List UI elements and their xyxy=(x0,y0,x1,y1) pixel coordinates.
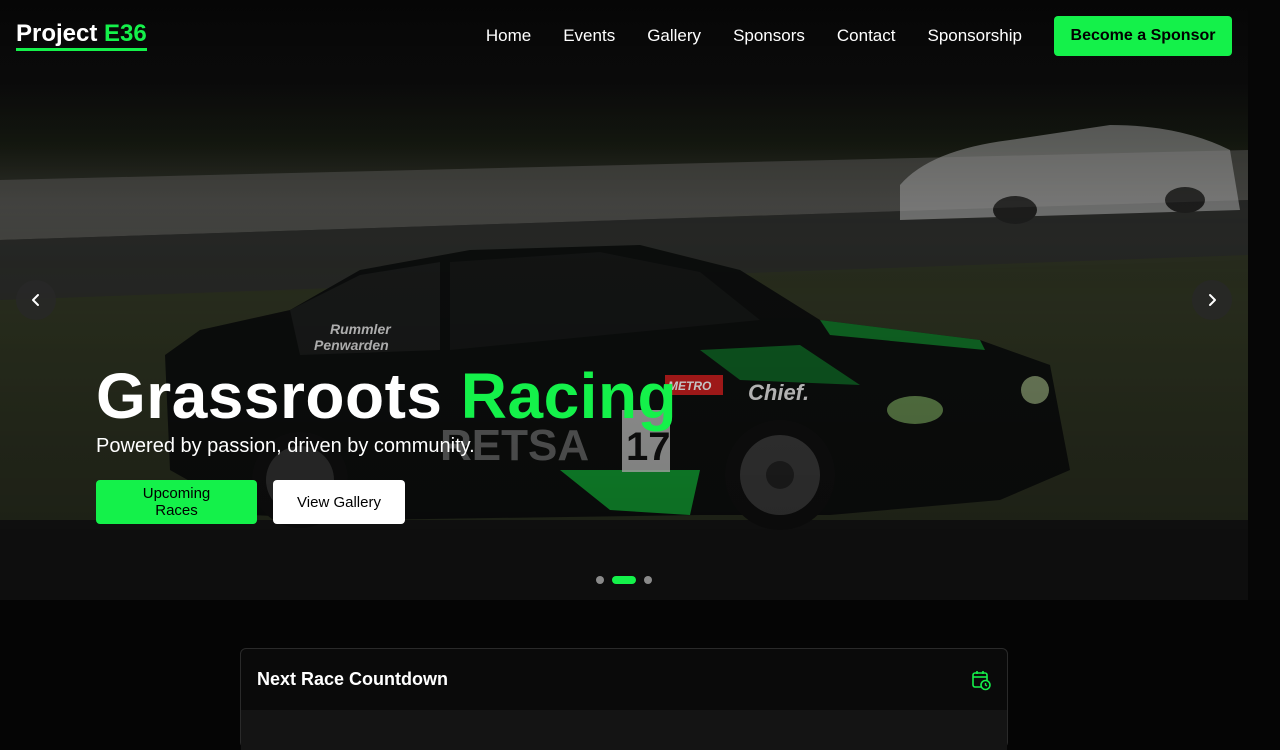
nav-events[interactable]: Events xyxy=(563,26,615,46)
hero-tagline: Powered by passion, driven by community. xyxy=(96,435,475,457)
brand-word-2: E36 xyxy=(104,20,147,47)
headline-part-2: Racing xyxy=(460,360,678,432)
carousel-dot-1[interactable] xyxy=(596,576,604,584)
chevron-left-icon xyxy=(32,294,39,306)
nav-contact[interactable]: Contact xyxy=(837,26,896,46)
nav-sponsors[interactable]: Sponsors xyxy=(733,26,805,46)
nav-gallery[interactable]: Gallery xyxy=(647,26,701,46)
carousel-indicators xyxy=(596,576,652,584)
carousel-dot-3[interactable] xyxy=(644,576,652,584)
main-menu: Home Events Gallery Sponsors Contact Spo… xyxy=(454,26,1022,46)
brand-word-1: Project xyxy=(16,20,98,47)
hero-buttons: Upcoming Races View Gallery xyxy=(96,480,677,524)
next-race-countdown-card: Next Race Countdown xyxy=(240,648,1008,750)
nav-sponsorship[interactable]: Sponsorship xyxy=(927,26,1022,46)
top-navbar: Project E36 Home Events Gallery Sponsors… xyxy=(0,0,1280,72)
countdown-title: Next Race Countdown xyxy=(257,669,449,689)
page-edge xyxy=(1248,0,1280,600)
chevron-right-icon xyxy=(1209,294,1216,306)
hero-headline: Grassroots Racing xyxy=(96,360,677,432)
view-gallery-button[interactable]: View Gallery xyxy=(273,480,405,524)
calendar-clock-icon xyxy=(971,669,991,696)
headline-part-1: Grassroots xyxy=(96,360,443,432)
countdown-body xyxy=(241,710,1007,750)
become-sponsor-button[interactable]: Become a Sponsor xyxy=(1054,16,1232,56)
upcoming-races-button[interactable]: Upcoming Races xyxy=(96,480,257,524)
nav-home[interactable]: Home xyxy=(486,26,531,46)
brand-logo[interactable]: Project E36 xyxy=(16,20,147,51)
carousel-next-button[interactable] xyxy=(1192,280,1232,320)
hero-content: Grassroots Racing Powered by passion, dr… xyxy=(96,360,677,524)
carousel-dot-2[interactable] xyxy=(612,576,636,584)
carousel-prev-button[interactable] xyxy=(16,280,56,320)
